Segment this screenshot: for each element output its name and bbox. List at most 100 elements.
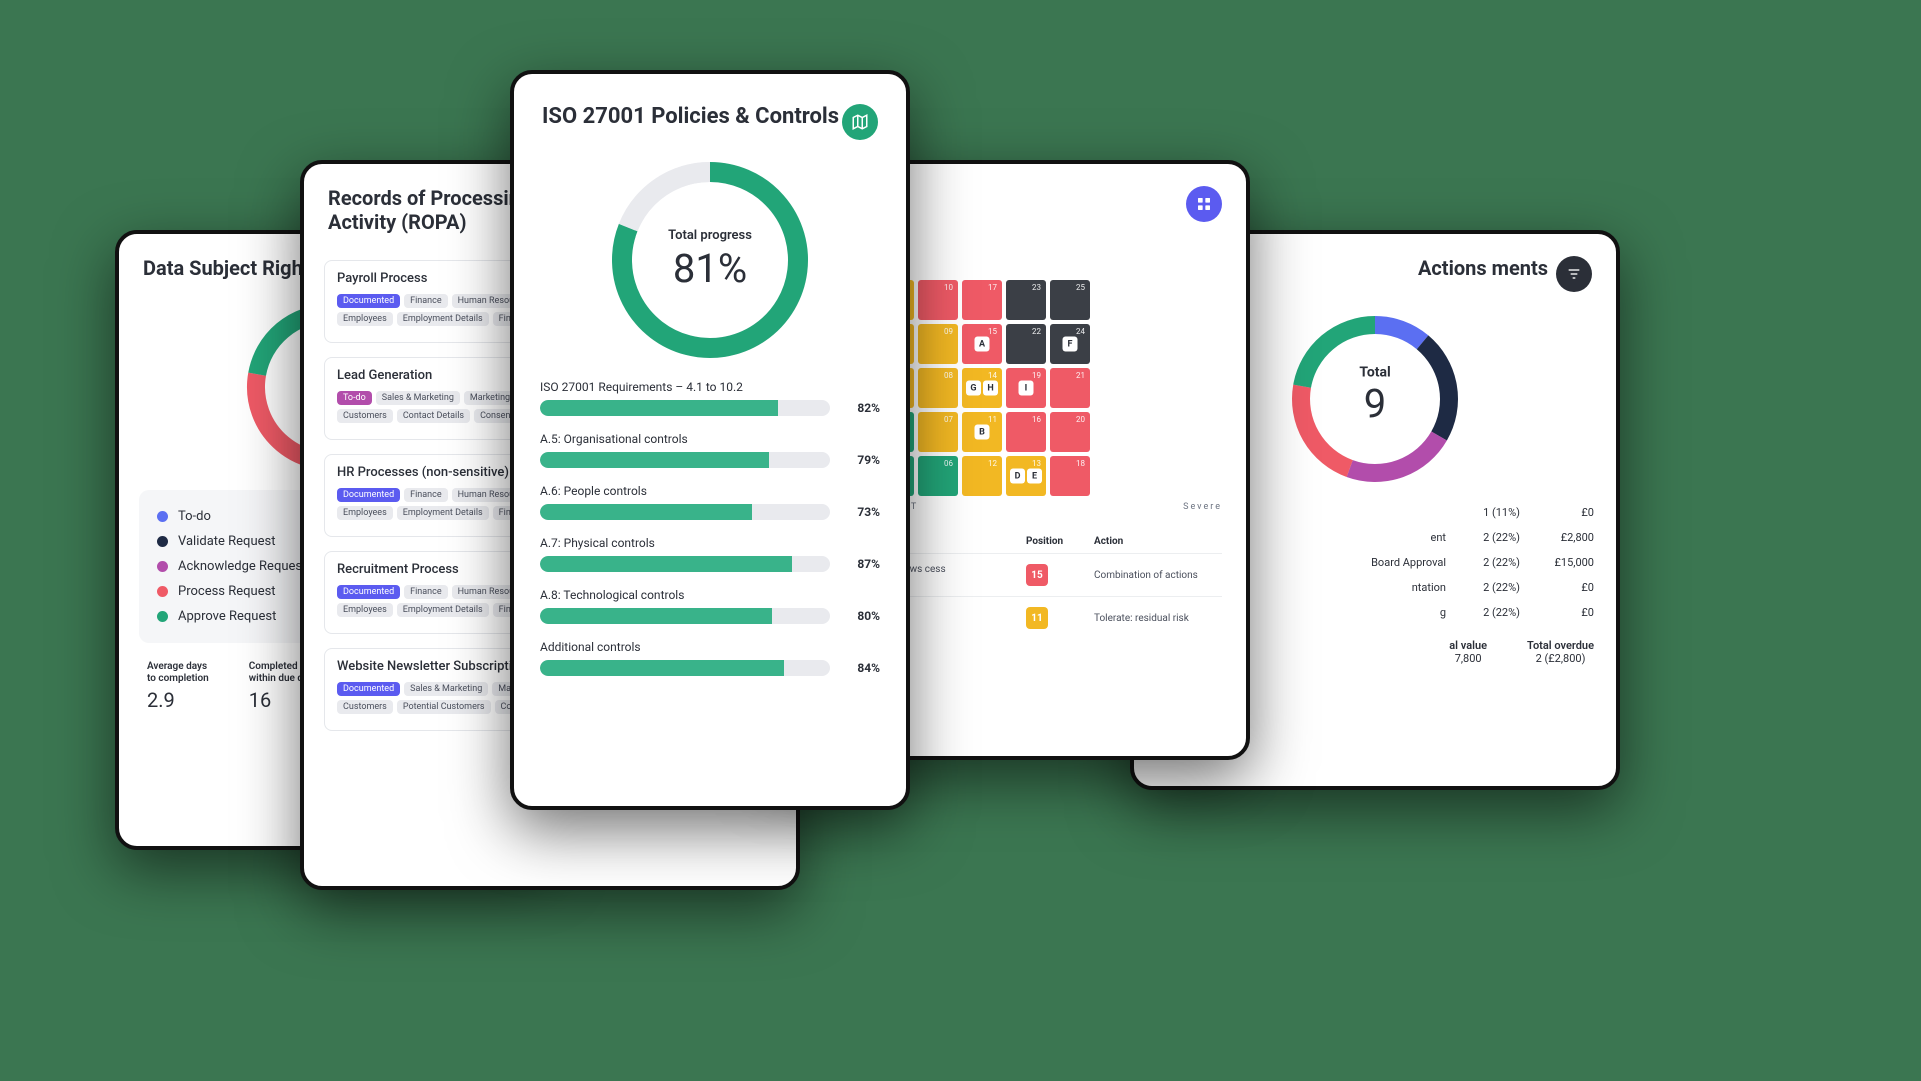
ropa-tag: Employment Details [397, 603, 489, 617]
progress-pct: 82% [842, 401, 880, 415]
actions-total-label: Total [1359, 365, 1390, 381]
iso-row-label: A.5: Organisational controls [540, 432, 880, 446]
ropa-status-badge: Documented [337, 585, 400, 599]
iso-total-pct: 81% [668, 245, 752, 292]
risk-marker: H [983, 381, 998, 396]
risk-cell[interactable]: 20 [1050, 412, 1090, 452]
iso-row-label: Additional controls [540, 640, 880, 654]
grid-icon[interactable] [1186, 186, 1222, 222]
risk-cell-number: 15 [988, 327, 997, 336]
risk-marker: I [1019, 381, 1034, 396]
risk-marker: D [1010, 469, 1025, 484]
ropa-tag: Potential Customers [397, 700, 491, 714]
ropa-tag: Finance [404, 585, 447, 599]
ropa-tag: Employees [337, 312, 393, 326]
risk-cell-number: 16 [1032, 415, 1041, 424]
risk-cell[interactable]: 19I [1006, 368, 1046, 408]
legend-label: Validate Request [178, 534, 275, 549]
risk-cell-number: 23 [1032, 283, 1041, 292]
progress-pct: 80% [842, 609, 880, 623]
risk-cell[interactable]: 17 [962, 280, 1002, 320]
actions-total-value: 9 [1359, 381, 1390, 428]
risk-cell-number: 08 [944, 371, 953, 380]
ropa-tag: Finance [404, 488, 447, 502]
dsr-stat: Average daysto completion 2.9 [147, 661, 209, 712]
iso-row-label: A.6: People controls [540, 484, 880, 498]
map-icon[interactable] [842, 104, 878, 140]
risk-cell[interactable]: 07 [918, 412, 958, 452]
risk-marker: A [975, 337, 990, 352]
stat-value: 2.9 [147, 688, 209, 712]
legend-dot [157, 586, 168, 597]
risk-cell[interactable]: 21 [1050, 368, 1090, 408]
risk-cell[interactable]: 12 [962, 456, 1002, 496]
risk-table: PositionActionters allows cess to 15 Com… [874, 530, 1222, 639]
legend-label: Acknowledge Request [178, 559, 306, 574]
iso-progress-row: A.7: Physical controls 87% [540, 536, 880, 572]
legend-label: Process Request [178, 584, 276, 599]
progress-pct: 84% [842, 661, 880, 675]
risk-cell[interactable]: 25 [1050, 280, 1090, 320]
risk-cell-number: 13 [1032, 459, 1041, 468]
progress-bar [540, 660, 830, 676]
risk-cell[interactable]: 15A [962, 324, 1002, 364]
progress-bar [540, 400, 830, 416]
legend-dot [157, 561, 168, 572]
risk-cell-number: 14 [988, 371, 997, 380]
risk-table-row[interactable]: sey 11 Tolerate: residual risk [874, 596, 1222, 639]
risk-cell[interactable]: 10 [918, 280, 958, 320]
risk-cell-number: 09 [944, 327, 953, 336]
position-badge: 15 [1026, 564, 1048, 586]
iso-progress-row: ISO 27001 Requirements – 4.1 to 10.2 82% [540, 380, 880, 416]
risk-cell-number: 12 [988, 459, 997, 468]
risk-cell-number: 10 [944, 283, 953, 292]
ropa-tag: Employment Details [397, 312, 489, 326]
risk-cell-number: 19 [1032, 371, 1041, 380]
risk-table-row[interactable]: ters allows cess to 15 Combination of ac… [874, 553, 1222, 596]
risk-cell-number: 21 [1076, 371, 1085, 380]
risk-cell[interactable]: 22 [1006, 324, 1046, 364]
actions-total-block: al value7,800 [1449, 639, 1487, 665]
risk-cell[interactable]: 13DE [1006, 456, 1046, 496]
progress-pct: 73% [842, 505, 880, 519]
risk-cell[interactable]: 24F [1050, 324, 1090, 364]
risk-cell-number: 07 [944, 415, 953, 424]
iso-row-label: ISO 27001 Requirements – 4.1 to 10.2 [540, 380, 880, 394]
iso-progress-row: Additional controls 84% [540, 640, 880, 676]
risk-cell-number: 17 [988, 283, 997, 292]
ropa-tag: Employees [337, 506, 393, 520]
iso-card: ISO 27001 Policies & Controls Total prog… [510, 70, 910, 810]
ropa-tag: Customers [337, 700, 393, 714]
ropa-tag: Contact Details [397, 409, 470, 423]
position-badge: 11 [1026, 607, 1048, 629]
risk-cell[interactable]: 11B [962, 412, 1002, 452]
progress-bar [540, 556, 830, 572]
ropa-tag: Sales & Marketing [404, 682, 488, 696]
risk-cell-number: 06 [944, 459, 953, 468]
risk-cell[interactable]: 09 [918, 324, 958, 364]
iso-total-label: Total progress [668, 228, 752, 243]
ropa-tag: Finance [404, 294, 447, 308]
risk-cell[interactable]: 23 [1006, 280, 1046, 320]
risk-heatmap[interactable]: 0510172325040915A2224F030814GH19I2102071… [874, 280, 1222, 496]
ropa-status-badge: Documented [337, 682, 400, 696]
risk-cell[interactable]: 16 [1006, 412, 1046, 452]
risk-cell[interactable]: 14GH [962, 368, 1002, 408]
risk-cell[interactable]: 08 [918, 368, 958, 408]
legend-dot [157, 536, 168, 547]
iso-title: ISO 27001 Policies & Controls [542, 104, 839, 130]
ropa-status-badge: To-do [337, 391, 372, 405]
iso-row-label: A.7: Physical controls [540, 536, 880, 550]
stat-label: Average daysto completion [147, 661, 209, 684]
risk-cell[interactable]: 18 [1050, 456, 1090, 496]
progress-pct: 87% [842, 557, 880, 571]
progress-pct: 79% [842, 453, 880, 467]
legend-dot [157, 511, 168, 522]
legend-label: Approve Request [178, 609, 276, 624]
filter-icon[interactable] [1556, 256, 1592, 292]
ropa-tag: Employment Details [397, 506, 489, 520]
risk-cell-number: 22 [1032, 327, 1041, 336]
risk-axis-right: Severe [1183, 502, 1222, 512]
risk-cell[interactable]: 06 [918, 456, 958, 496]
progress-bar [540, 504, 830, 520]
